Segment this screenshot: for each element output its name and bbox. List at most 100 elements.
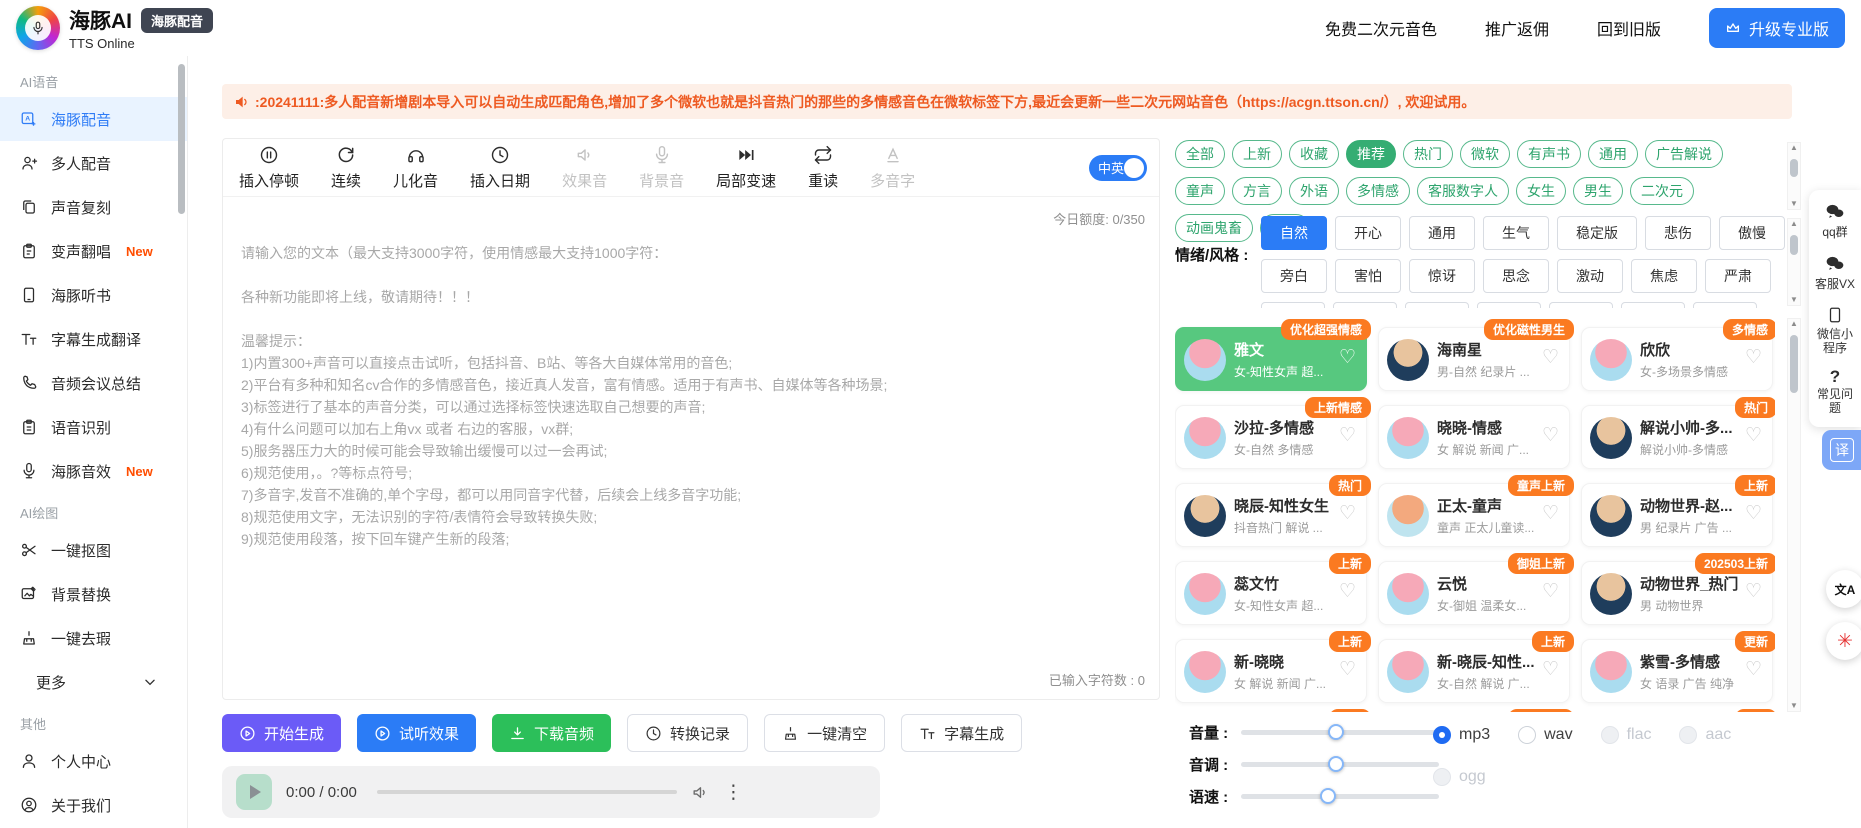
heart-icon[interactable]: ♡: [1745, 348, 1762, 367]
subtitle-generate-button[interactable]: 字幕生成: [901, 714, 1022, 752]
voice-card-dongwushijie-hot[interactable]: 202503上新动物世界_热门男 动物世界♡: [1581, 561, 1773, 625]
sidebar-item-dolphin-audiobook[interactable]: 海豚听书: [0, 273, 187, 317]
sidebar-item-dolphin-dubbing[interactable]: A 海豚配音: [0, 97, 187, 141]
tag-female[interactable]: 女生: [1516, 177, 1566, 205]
voice-list-scrollbar[interactable]: ▲▼: [1787, 318, 1801, 712]
emotion-angry[interactable]: 生气: [1483, 216, 1549, 250]
tag-male[interactable]: 男生: [1573, 177, 1623, 205]
tag-general[interactable]: 通用: [1588, 140, 1638, 168]
voice-card-xin-xiaoxiao[interactable]: 上新新-晓晓女 解说 新闻 广...♡: [1175, 639, 1367, 703]
upgrade-pro-button[interactable]: 升级专业版: [1709, 8, 1845, 48]
emotion-clipped[interactable]: [1693, 302, 1757, 308]
emotion-sad[interactable]: 悲伤: [1645, 216, 1711, 250]
player-play-button[interactable]: [236, 774, 272, 810]
heart-icon[interactable]: ♡: [1745, 582, 1762, 601]
emotion-surprised[interactable]: 惊讶: [1409, 259, 1475, 293]
tag-hot[interactable]: 热门: [1403, 140, 1453, 168]
tool-polyphonic[interactable]: 多音字: [870, 145, 915, 191]
tag-microsoft[interactable]: 微软: [1460, 140, 1510, 168]
player-progress-bar[interactable]: [377, 790, 677, 794]
voice-card-ruiwenzhu[interactable]: 上新蕊文竹女-知性女声 超...♡: [1175, 561, 1367, 625]
emotion-clipped[interactable]: [1621, 302, 1685, 308]
voice-card-shala[interactable]: 上新情感沙拉-多情感女-自然 多情感♡: [1175, 405, 1367, 469]
tag-favorites[interactable]: 收藏: [1289, 140, 1339, 168]
tag-foreign[interactable]: 外语: [1289, 177, 1339, 205]
emotion-general[interactable]: 通用: [1409, 216, 1475, 250]
tool-partial-speed[interactable]: 局部变速: [716, 145, 776, 191]
translate-circle-button[interactable]: 文A: [1826, 570, 1861, 608]
tool-stress[interactable]: 重读: [808, 145, 838, 191]
tag-dialect[interactable]: 方言: [1232, 177, 1282, 205]
tag-all[interactable]: 全部: [1175, 140, 1225, 168]
language-toggle[interactable]: 中英: [1089, 155, 1147, 181]
player-menu-kebab-icon[interactable]: ⋮: [724, 783, 743, 802]
sidebar-item-dolphin-sound-effects[interactable]: 海豚音效 New: [0, 449, 187, 493]
sidebar-item-subtitle-translate[interactable]: 字幕生成翻译: [0, 317, 187, 361]
speed-slider-knob[interactable]: [1320, 788, 1336, 804]
tag-service-avatar[interactable]: 客服数字人: [1417, 177, 1509, 205]
nav-free-acgn-voices[interactable]: 免费二次元音色: [1325, 16, 1437, 40]
float-faq[interactable]: ? 常见问题: [1812, 370, 1858, 415]
heart-icon[interactable]: ♡: [1339, 660, 1356, 679]
sidebar-more[interactable]: 更多: [0, 660, 187, 704]
voice-card-xiaochen[interactable]: 热门晓辰-知性女生抖音热门 解说 ...♡: [1175, 483, 1367, 547]
voice-card-hainanxing[interactable]: 优化磁性男生海南星男-自然 纪录片 ...♡: [1378, 327, 1570, 391]
speed-slider[interactable]: [1241, 794, 1439, 799]
float-service-vx[interactable]: 客服VX: [1812, 254, 1858, 291]
emotion-excited[interactable]: 激动: [1557, 259, 1623, 293]
emotion-clipped[interactable]: [1477, 302, 1541, 308]
emotion-scrollbar[interactable]: ▲▼: [1787, 218, 1801, 306]
heart-icon[interactable]: ♡: [1745, 504, 1762, 523]
tool-background-sound[interactable]: 背景音: [639, 145, 684, 191]
emotion-longing[interactable]: 思念: [1483, 259, 1549, 293]
history-button[interactable]: 转换记录: [627, 714, 748, 752]
volume-icon[interactable]: [691, 783, 710, 802]
emotion-afraid[interactable]: 害怕: [1335, 259, 1401, 293]
emotion-arrogant[interactable]: 傲慢: [1719, 216, 1785, 250]
tool-insert-pause[interactable]: 插入停顿: [239, 145, 299, 191]
heart-icon[interactable]: ♡: [1339, 426, 1356, 445]
format-radio-mp3[interactable]: mp3: [1433, 726, 1490, 744]
tool-continuous[interactable]: 连续: [331, 145, 361, 191]
heart-icon[interactable]: ♡: [1339, 504, 1356, 523]
pitch-slider[interactable]: [1241, 762, 1439, 767]
voice-card-yawen[interactable]: 优化超强情感雅文女-知性女声 超...♡: [1175, 327, 1367, 391]
emotion-anxious[interactable]: 焦虑: [1631, 259, 1697, 293]
heart-icon[interactable]: ♡: [1542, 582, 1559, 601]
heart-icon[interactable]: ♡: [1542, 348, 1559, 367]
tool-erhua[interactable]: 儿化音: [393, 145, 438, 191]
heart-icon[interactable]: ♡: [1542, 426, 1559, 445]
voice-card-jieshuoxiaoshuai[interactable]: 热门解说小帅-多...解说小帅-多情感♡: [1581, 405, 1773, 469]
voice-card-yunyue[interactable]: 御姐上新云悦女-御姐 温柔女...♡: [1378, 561, 1570, 625]
sidebar-item-about-us[interactable]: 关于我们: [0, 783, 187, 827]
pitch-slider-knob[interactable]: [1328, 756, 1344, 772]
download-audio-button[interactable]: 下载音频: [492, 714, 611, 752]
tag-audiobook[interactable]: 有声书: [1517, 140, 1581, 168]
emotion-natural[interactable]: 自然: [1261, 216, 1327, 250]
voice-card-dongwushijie-zhao[interactable]: 上新动物世界-赵...男 纪录片 广告 ...♡: [1581, 483, 1773, 547]
format-radio-ogg[interactable]: ogg: [1433, 768, 1486, 786]
heart-icon[interactable]: ♡: [1339, 582, 1356, 601]
generate-button[interactable]: 开始生成: [222, 714, 341, 752]
translate-button[interactable]: 译: [1822, 430, 1861, 470]
text-input-placeholder[interactable]: 请输入您的文本（最大支持3000字符，使用情感最大支持1000字符： 各种新功能…: [223, 228, 1159, 550]
tool-effect-sound[interactable]: 效果音: [562, 145, 607, 191]
format-radio-flac[interactable]: flac: [1601, 726, 1652, 744]
heart-icon[interactable]: ♡: [1745, 660, 1762, 679]
sidebar-item-bg-replace[interactable]: 背景替换: [0, 572, 187, 616]
tag-ad-narration[interactable]: 广告解说: [1645, 140, 1723, 168]
emotion-clipped[interactable]: [1333, 302, 1397, 308]
nav-referral[interactable]: 推广返佣: [1485, 16, 1549, 40]
tool-insert-date[interactable]: 插入日期: [470, 145, 530, 191]
tag-recommended[interactable]: 推荐: [1346, 140, 1396, 168]
heart-icon[interactable]: ♡: [1339, 348, 1356, 367]
sidebar-item-cutout[interactable]: 一键抠图: [0, 528, 187, 572]
emotion-clipped[interactable]: [1261, 302, 1325, 308]
format-radio-wav[interactable]: wav: [1518, 726, 1572, 744]
heart-icon[interactable]: ♡: [1542, 660, 1559, 679]
emotion-stable[interactable]: 稳定版: [1557, 216, 1637, 250]
voice-card-xin-xiaochen[interactable]: 上新新-晓辰-知性...女-自然 解说 广...♡: [1378, 639, 1570, 703]
red-app-button[interactable]: ✳: [1826, 622, 1861, 660]
tag-new[interactable]: 上新: [1232, 140, 1282, 168]
tags-scrollbar[interactable]: ▲▼: [1787, 142, 1801, 210]
